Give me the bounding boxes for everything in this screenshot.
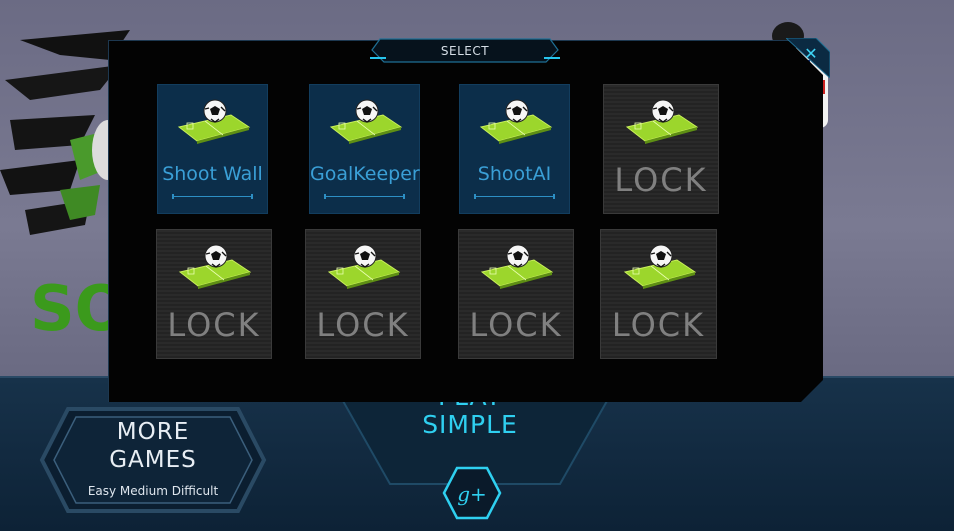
more-games-line1: MORE (116, 419, 190, 445)
locked-mode-tile[interactable]: LOCK (305, 229, 421, 359)
mode-underline (474, 194, 555, 199)
pitch-ball-icon (623, 244, 696, 289)
lock-label: LOCK (614, 161, 708, 199)
locked-mode-tile[interactable]: LOCK (600, 229, 717, 359)
pitch-ball-icon (480, 244, 554, 289)
lock-label: LOCK (316, 306, 410, 344)
mode-label: ShootAI (477, 163, 552, 185)
play-line2: SIMPLE (422, 410, 518, 439)
close-icon: ✕ (804, 44, 817, 63)
difficulty-text: Easy Medium Difficult (87, 484, 219, 498)
pitch-ball-icon (329, 99, 402, 144)
pitch-ball-icon (178, 244, 252, 289)
mode-tile-goalkeeper[interactable]: GoalKeeper (309, 84, 420, 214)
locked-mode-tile[interactable]: LOCK (603, 84, 719, 214)
more-games-button[interactable]: MORE GAMES (38, 418, 268, 474)
close-button[interactable]: ✕ (786, 38, 830, 78)
google-plus-icon: g+ (457, 482, 487, 506)
lock-label: LOCK (611, 306, 706, 344)
locked-mode-tile[interactable]: LOCK (156, 229, 272, 359)
google-plus-button[interactable]: g+ (442, 466, 502, 520)
lock-label: LOCK (167, 306, 261, 344)
lock-label: LOCK (469, 306, 563, 344)
pitch-ball-icon (625, 99, 699, 144)
locked-mode-tile[interactable]: LOCK (458, 229, 574, 359)
mode-tile-shoot-wall[interactable]: Shoot Wall (157, 84, 268, 214)
mode-underline (324, 194, 405, 199)
pitch-ball-icon (327, 244, 401, 289)
pitch-ball-icon (177, 99, 250, 144)
more-games-line2: GAMES (109, 447, 197, 473)
mode-underline (172, 194, 253, 199)
mode-label: GoalKeeper (310, 163, 420, 185)
mode-tile-shootai[interactable]: ShootAI (459, 84, 570, 214)
pitch-ball-icon (479, 99, 552, 144)
dialog-title: SELECT (440, 44, 490, 58)
mode-label: Shoot Wall (162, 163, 263, 185)
